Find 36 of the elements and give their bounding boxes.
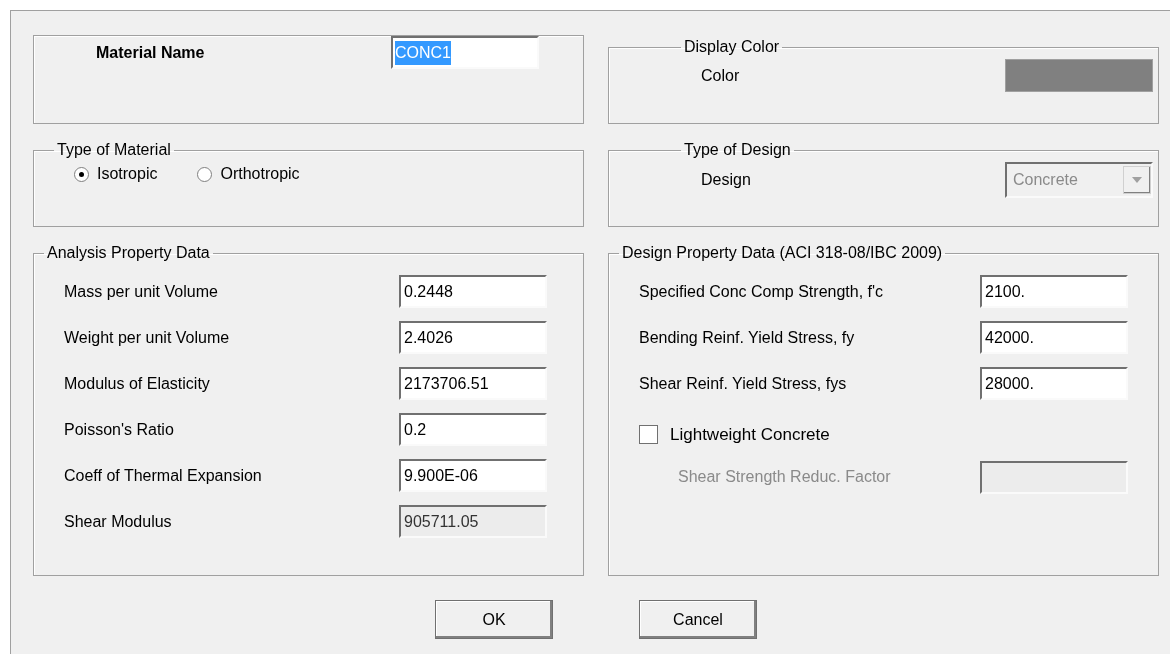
- input-field[interactable]: 0.2448: [399, 275, 547, 308]
- input-field[interactable]: 0.2: [399, 413, 547, 446]
- input-field[interactable]: 2.4026: [399, 321, 547, 354]
- field-label: Shear Modulus: [64, 511, 172, 532]
- input-field[interactable]: 2100.: [980, 275, 1128, 308]
- input-field[interactable]: 28000.: [980, 367, 1128, 400]
- field-label: Shear Reinf. Yield Stress, fys: [639, 373, 847, 394]
- input-field[interactable]: 2173706.51: [399, 367, 547, 400]
- input-field[interactable]: 9.900E-06: [399, 459, 547, 492]
- field-label: Specified Conc Comp Strength, f'c: [639, 281, 884, 302]
- field-label: Design: [701, 170, 751, 190]
- field-label: Material Name: [96, 42, 205, 63]
- radio-label[interactable]: Orthotropic: [220, 162, 300, 186]
- field-label: Coeff of Thermal Expansion: [64, 465, 262, 486]
- checkbox[interactable]: [639, 425, 658, 445]
- group-title: Display Color: [683, 37, 781, 57]
- group-title: Design Property Data (ACI 318-08/IBC 2009): [621, 243, 944, 263]
- field-label: Poisson's Ratio: [64, 419, 174, 440]
- field-label: Shear Strength Reduc. Factor: [678, 467, 891, 487]
- radio-button[interactable]: [197, 166, 213, 182]
- checkbox-label[interactable]: Lightweight Concrete: [670, 422, 830, 448]
- field-label: Color: [701, 65, 740, 86]
- dialog-button[interactable]: Cancel: [639, 600, 757, 639]
- field-label: Mass per unit Volume: [64, 281, 218, 302]
- color-swatch[interactable]: [1005, 59, 1153, 92]
- input-field[interactable]: 42000.: [980, 321, 1128, 354]
- field-label: Modulus of Elasticity: [64, 373, 210, 394]
- dialog-button[interactable]: OK: [435, 600, 553, 639]
- radio-button[interactable]: [74, 166, 89, 182]
- group-title: Analysis Property Data: [46, 243, 211, 263]
- group-title: Type of Material: [56, 140, 172, 160]
- field-label: Bending Reinf. Yield Stress, fy: [639, 327, 855, 348]
- group-title: Type of Design: [683, 140, 792, 160]
- radio-label[interactable]: Isotropic: [97, 162, 158, 186]
- caret-icon: [1123, 166, 1151, 194]
- field-label: Weight per unit Volume: [64, 327, 230, 348]
